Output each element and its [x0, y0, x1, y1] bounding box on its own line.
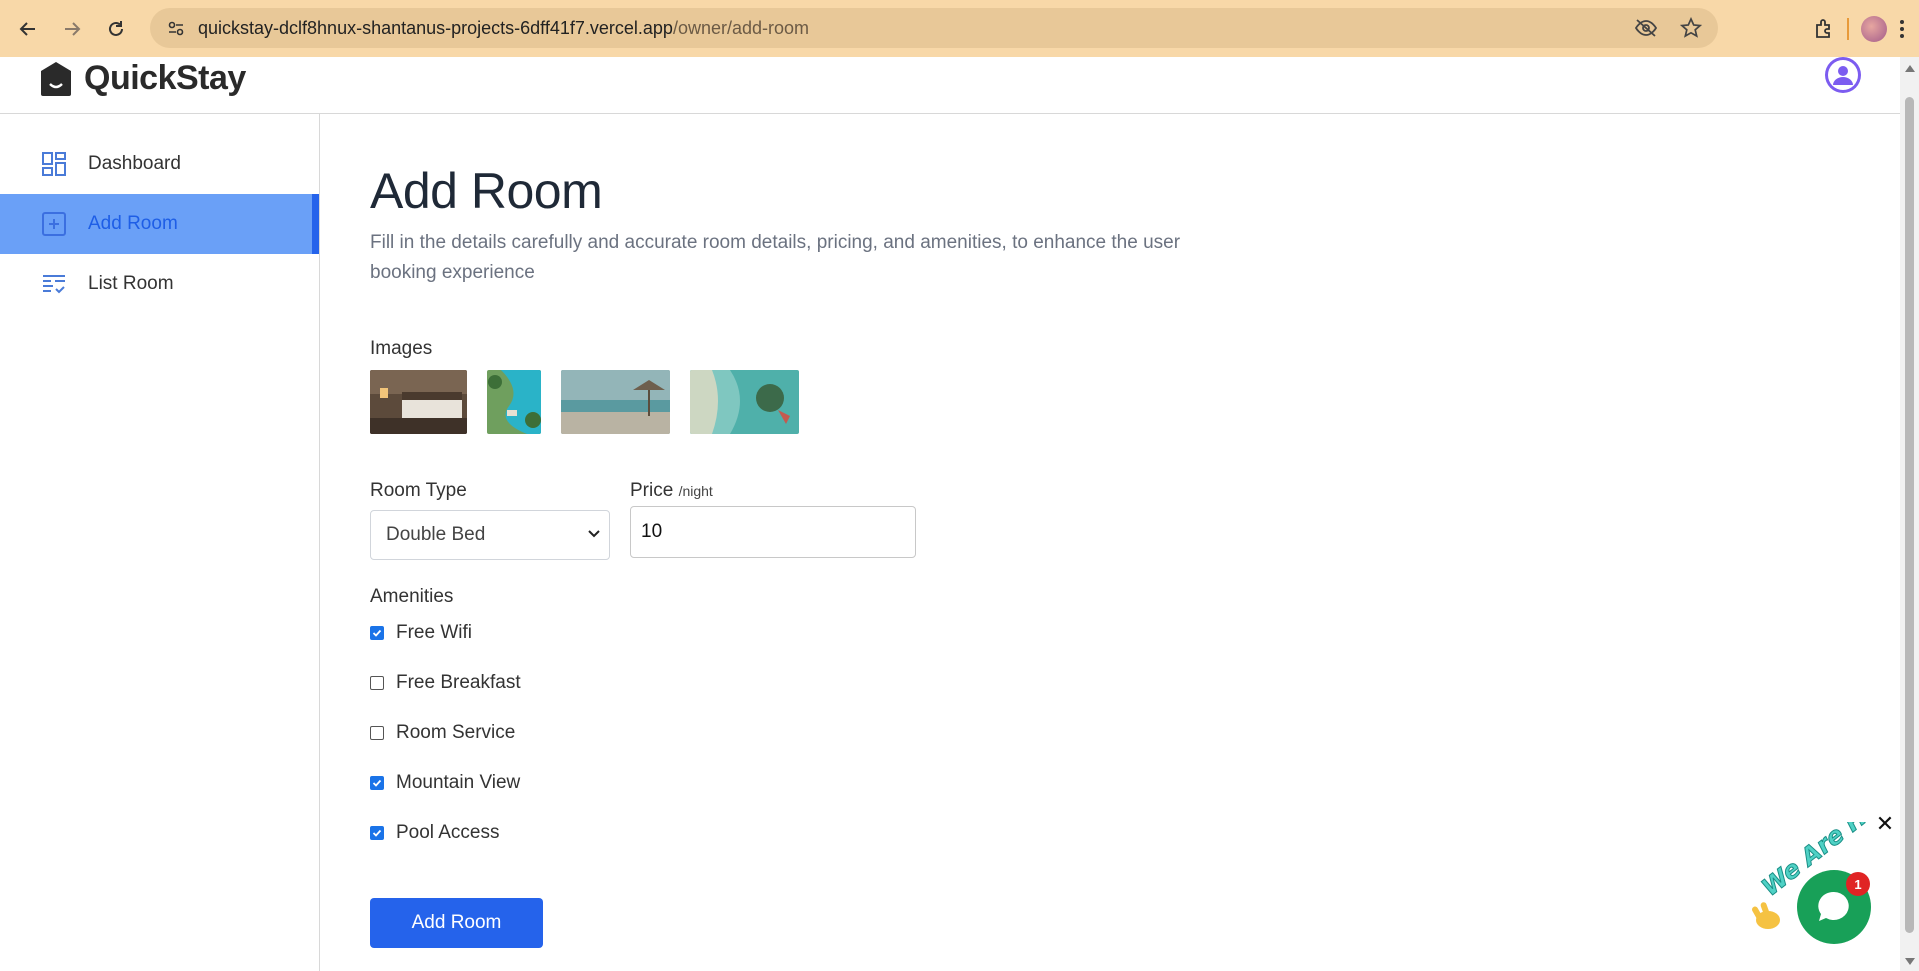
amenity-label: Room Service — [396, 722, 516, 743]
sidebar-item-add-room[interactable]: Add Room — [0, 194, 319, 254]
arrow-left-icon — [19, 21, 35, 36]
price-group: Price /night 10 — [630, 480, 916, 560]
page-title: Add Room — [370, 163, 603, 219]
forward-button[interactable] — [50, 7, 94, 51]
room-type-price-row: Room Type Double Bed Price /night 10 — [370, 480, 1820, 560]
sidebar-item-label: List Room — [88, 273, 174, 294]
room-image-3[interactable] — [561, 370, 670, 434]
checkbox-mountain-view[interactable] — [370, 776, 384, 790]
back-button[interactable] — [6, 7, 50, 51]
checkbox-free-breakfast[interactable] — [370, 676, 384, 690]
room-type-label: Room Type — [370, 480, 467, 501]
logo-text: QuickStay — [84, 59, 246, 97]
waving-hand-icon — [1752, 902, 1780, 929]
sidebar-item-dashboard[interactable]: Dashboard — [0, 134, 319, 194]
list-icon — [43, 275, 65, 294]
add-square-icon — [42, 212, 66, 236]
main-content: Add Room Fill in the details carefully a… — [370, 114, 1820, 948]
browser-toolbar: quickstay-dclf8hnux-shantanus-projects-6… — [0, 0, 1919, 57]
scroll-thumb[interactable] — [1905, 97, 1914, 933]
amenity-free-breakfast[interactable]: Free Breakfast — [370, 658, 1820, 708]
url-host: quickstay-dclf8hnux-shantanus-projects-6… — [198, 17, 673, 38]
checkbox-free-wifi[interactable] — [370, 626, 384, 640]
site-settings-icon[interactable] — [158, 10, 194, 46]
url-text: quickstay-dclf8hnux-shantanus-projects-6… — [198, 18, 809, 39]
amenity-pool-access[interactable]: Pool Access — [370, 808, 1820, 858]
chat-notification-badge: 1 — [1846, 872, 1870, 896]
images-label: Images — [370, 338, 433, 359]
scroll-up-arrow[interactable] — [1905, 65, 1915, 72]
check-icon — [372, 829, 382, 837]
room-image-1[interactable] — [370, 370, 467, 434]
eye-off-icon[interactable] — [1634, 18, 1658, 38]
sidebar-item-list-room[interactable]: List Room — [0, 254, 319, 314]
room-image-2[interactable] — [487, 370, 541, 434]
logo-house-icon — [41, 61, 71, 96]
image-uploads — [370, 370, 1820, 434]
sidebar: Dashboard Add Room List Room — [0, 114, 320, 971]
star-icon[interactable] — [1680, 17, 1702, 39]
add-room-button[interactable]: Add Room — [370, 898, 543, 948]
check-icon — [372, 779, 382, 787]
amenity-free-wifi[interactable]: Free Wifi — [370, 608, 1820, 658]
amenity-label: Pool Access — [396, 822, 500, 843]
sidebar-item-label: Add Room — [88, 213, 178, 234]
checkbox-pool-access[interactable] — [370, 826, 384, 840]
price-input[interactable]: 10 — [630, 506, 916, 558]
checkbox-room-service[interactable] — [370, 726, 384, 740]
chevron-down-icon — [588, 530, 600, 538]
room-type-value: Double Bed — [386, 524, 486, 545]
extensions-icon[interactable] — [1813, 18, 1835, 40]
address-bar[interactable]: quickstay-dclf8hnux-shantanus-projects-6… — [150, 8, 1718, 48]
dashboard-icon — [42, 152, 66, 176]
amenity-label: Free Wifi — [396, 622, 472, 643]
sidebar-item-label: Dashboard — [88, 153, 181, 174]
price-value: 10 — [641, 521, 663, 542]
amenities-list: Free Wifi Free Breakfast Room Service Mo… — [370, 608, 1820, 858]
reload-button[interactable] — [94, 7, 138, 51]
room-image-4[interactable] — [690, 370, 799, 434]
logo[interactable]: QuickStay — [38, 59, 246, 98]
amenity-room-service[interactable]: Room Service — [370, 708, 1820, 758]
arrow-right-icon — [65, 21, 81, 36]
amenities-label: Amenities — [370, 586, 454, 607]
price-label-text: Price — [630, 480, 674, 501]
room-type-select[interactable]: Double Bed — [370, 510, 610, 560]
chat-bubble-icon — [1818, 891, 1849, 921]
toolbar-divider — [1847, 17, 1849, 40]
kebab-menu-icon[interactable] — [1899, 19, 1905, 39]
amenity-label: Mountain View — [396, 772, 521, 793]
room-type-group: Room Type Double Bed — [370, 480, 610, 560]
reload-icon — [109, 20, 123, 36]
check-icon — [372, 629, 382, 637]
amenity-label: Free Breakfast — [396, 672, 521, 693]
scroll-down-arrow[interactable] — [1905, 958, 1915, 965]
browser-profile-avatar[interactable] — [1861, 15, 1887, 42]
url-path: /owner/add-room — [672, 17, 810, 38]
price-label: Price /night — [630, 480, 916, 506]
page-subtitle: Fill in the details carefully and accura… — [370, 232, 1181, 283]
app-header: QuickStay — [0, 57, 1900, 114]
price-unit: /night — [678, 483, 713, 499]
user-avatar-icon[interactable] — [1825, 57, 1861, 93]
amenity-mountain-view[interactable]: Mountain View — [370, 758, 1820, 808]
